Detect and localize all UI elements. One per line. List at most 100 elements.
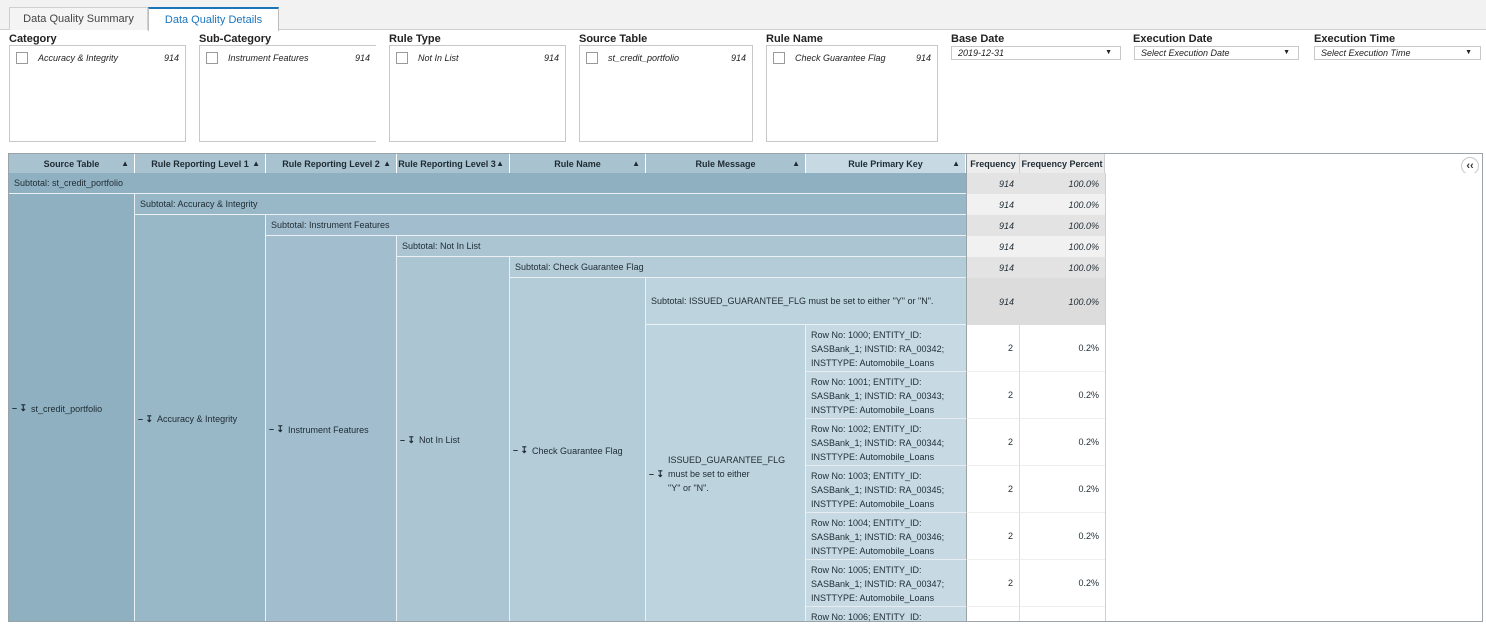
primary-key-cell: Row No: 1004; ENTITY_ID: SASBank_1; INST… <box>806 513 966 560</box>
primary-key-cell: Row No: 1003; ENTITY_ID: SASBank_1; INST… <box>806 466 966 513</box>
checkbox[interactable] <box>16 52 28 64</box>
category-filter-label: Category <box>9 33 57 45</box>
subtotal-frequency: 914 <box>966 194 1020 215</box>
group-cell-level-1[interactable]: – ↧ Accuracy & Integrity <box>135 215 266 621</box>
header-rule-primary-key[interactable]: Rule Primary Key ▲ <box>806 154 966 173</box>
header-rule-name[interactable]: Rule Name ▲ <box>510 154 646 173</box>
group-cell-rule-message[interactable]: – ↧ ISSUED_GUARANTEE_FLG must be set to e… <box>646 325 806 621</box>
dropdown-arrow-icon: ▼ <box>1105 49 1112 56</box>
frequency-cell <box>966 607 1020 621</box>
sort-icon[interactable]: ▲ <box>496 159 504 168</box>
subtotal-percent: 100.0% <box>1020 236 1105 257</box>
subtotal-percent: 100.0% <box>1020 215 1105 236</box>
percent-cell: 0.2% <box>1020 466 1105 513</box>
frequency-cell: 2 <box>966 325 1020 372</box>
frequency-cell: 2 <box>966 466 1020 513</box>
category-filter-list: Accuracy & Integrity 914 <box>9 45 186 142</box>
group-cell-rule-name[interactable]: – ↧ Check Guarantee Flag <box>510 278 646 621</box>
execution-time-label: Execution Time <box>1314 33 1396 45</box>
sort-icon[interactable]: ▲ <box>952 159 960 168</box>
dropdown-arrow-icon: ▼ <box>1465 49 1472 56</box>
frequency-cell: 2 <box>966 513 1020 560</box>
header-frequency[interactable]: Frequency <box>966 154 1020 173</box>
primary-key-cell: Row No: 1001; ENTITY_ID: SASBank_1; INST… <box>806 372 966 419</box>
checkbox[interactable] <box>206 52 218 64</box>
group-cell-level-3[interactable]: – ↧ Not In List <box>397 257 510 621</box>
category-filter-item[interactable]: Accuracy & Integrity 914 <box>16 51 179 65</box>
checkbox[interactable] <box>396 52 408 64</box>
subtotal-percent: 100.0% <box>1020 278 1105 325</box>
rule-name-filter-list: Check Guarantee Flag 914 <box>766 45 938 142</box>
header-rule-reporting-level-1[interactable]: Rule Reporting Level 1 ▲ <box>135 154 266 173</box>
expand-collapse-icon[interactable]: – ↧ <box>138 414 153 425</box>
header-rule-message[interactable]: Rule Message ▲ <box>646 154 806 173</box>
header-source-table[interactable]: Source Table ▲ <box>9 154 135 173</box>
base-date-dropdown[interactable]: 2019-12-31 ▼ <box>951 46 1121 60</box>
header-rule-reporting-level-2[interactable]: Rule Reporting Level 2 ▲ <box>266 154 397 173</box>
rule-type-filter-label: Rule Type <box>389 33 441 45</box>
subtotal-row: Subtotal: Not In List <box>397 236 966 257</box>
subtotal-row: Subtotal: Accuracy & Integrity <box>135 194 966 215</box>
expand-collapse-icon[interactable]: – ↧ <box>649 469 664 480</box>
group-cell-source-table[interactable]: – ↧ st_credit_portfolio <box>9 194 135 621</box>
expand-collapse-icon[interactable]: – ↧ <box>513 445 528 456</box>
sort-icon[interactable]: ▲ <box>252 159 260 168</box>
sort-icon[interactable]: ▲ <box>632 159 640 168</box>
subtotal-frequency: 914 <box>966 236 1020 257</box>
subtotal-row: Subtotal: st_credit_portfolio <box>9 173 966 194</box>
subtotal-row: Subtotal: ISSUED_GUARANTEE_FLG must be s… <box>646 278 966 325</box>
tab-bar: Data Quality Summary Data Quality Detail… <box>0 0 1486 31</box>
primary-key-cell: Row No: 1002; ENTITY_ID: SASBank_1; INST… <box>806 419 966 466</box>
expand-collapse-icon[interactable]: – ↧ <box>400 435 415 446</box>
sort-icon[interactable]: ▲ <box>792 159 800 168</box>
source-table-filter-label: Source Table <box>579 33 648 45</box>
empty-area <box>1105 173 1482 621</box>
group-cell-level-2[interactable]: – ↧ Instrument Features <box>266 236 397 621</box>
percent-cell: 0.2% <box>1020 513 1105 560</box>
subtotal-frequency: 914 <box>966 257 1020 278</box>
subcategory-filter-label: Sub-Category <box>199 33 272 45</box>
frequency-cell: 2 <box>966 419 1020 466</box>
base-date-label: Base Date <box>951 33 1005 45</box>
rule-name-filter-item[interactable]: Check Guarantee Flag 914 <box>773 51 931 65</box>
subtotal-frequency: 914 <box>966 278 1020 325</box>
primary-key-cell: Row No: 1000; ENTITY_ID: SASBank_1; INST… <box>806 325 966 372</box>
subtotal-row: Subtotal: Instrument Features <box>266 215 966 236</box>
percent-cell <box>1020 607 1105 621</box>
frequency-cell: 2 <box>966 560 1020 607</box>
execution-date-dropdown[interactable]: Select Execution Date ▼ <box>1134 46 1299 60</box>
subtotal-frequency: 914 <box>966 173 1020 194</box>
subtotal-percent: 100.0% <box>1020 173 1105 194</box>
subtotal-percent: 100.0% <box>1020 257 1105 278</box>
subtotal-row: Subtotal: Check Guarantee Flag <box>510 257 966 278</box>
checkbox[interactable] <box>586 52 598 64</box>
sort-icon[interactable]: ▲ <box>383 159 391 168</box>
app-root: Data Quality Summary Data Quality Detail… <box>0 0 1486 627</box>
primary-key-cell: Row No: 1006; ENTITY_ID: <box>806 607 966 621</box>
sort-icon[interactable]: ▲ <box>121 159 129 168</box>
primary-key-cell: Row No: 1005; ENTITY_ID: SASBank_1; INST… <box>806 560 966 607</box>
frequency-cell: 2 <box>966 372 1020 419</box>
source-table-filter-item[interactable]: st_credit_portfolio 914 <box>586 51 746 65</box>
tab-data-quality-details[interactable]: Data Quality Details <box>148 7 279 31</box>
percent-cell: 0.2% <box>1020 560 1105 607</box>
expand-collapse-icon[interactable]: – ↧ <box>12 403 27 414</box>
tab-data-quality-summary[interactable]: Data Quality Summary <box>9 7 148 30</box>
percent-cell: 0.2% <box>1020 325 1105 372</box>
execution-date-label: Execution Date <box>1133 33 1213 45</box>
subcategory-filter-item[interactable]: Instrument Features 914 <box>206 51 370 65</box>
source-table-filter-list: st_credit_portfolio 914 <box>579 45 753 142</box>
subcategory-filter-list: Instrument Features 914 <box>199 45 376 142</box>
percent-cell: 0.2% <box>1020 372 1105 419</box>
rule-name-filter-label: Rule Name <box>766 33 823 45</box>
checkbox[interactable] <box>773 52 785 64</box>
header-frequency-percent[interactable]: Frequency Percent <box>1020 154 1105 173</box>
execution-time-dropdown[interactable]: Select Execution Time ▼ <box>1314 46 1481 60</box>
rule-type-filter-item[interactable]: Not In List 914 <box>396 51 559 65</box>
subtotal-frequency: 914 <box>966 215 1020 236</box>
dropdown-arrow-icon: ▼ <box>1283 49 1290 56</box>
crosstab-table: Source Table ▲ Rule Reporting Level 1 ▲ Ru… <box>8 153 1483 622</box>
expand-collapse-icon[interactable]: – ↧ <box>269 424 284 435</box>
percent-cell: 0.2% <box>1020 419 1105 466</box>
header-rule-reporting-level-3[interactable]: Rule Reporting Level 3 ▲ <box>397 154 510 173</box>
